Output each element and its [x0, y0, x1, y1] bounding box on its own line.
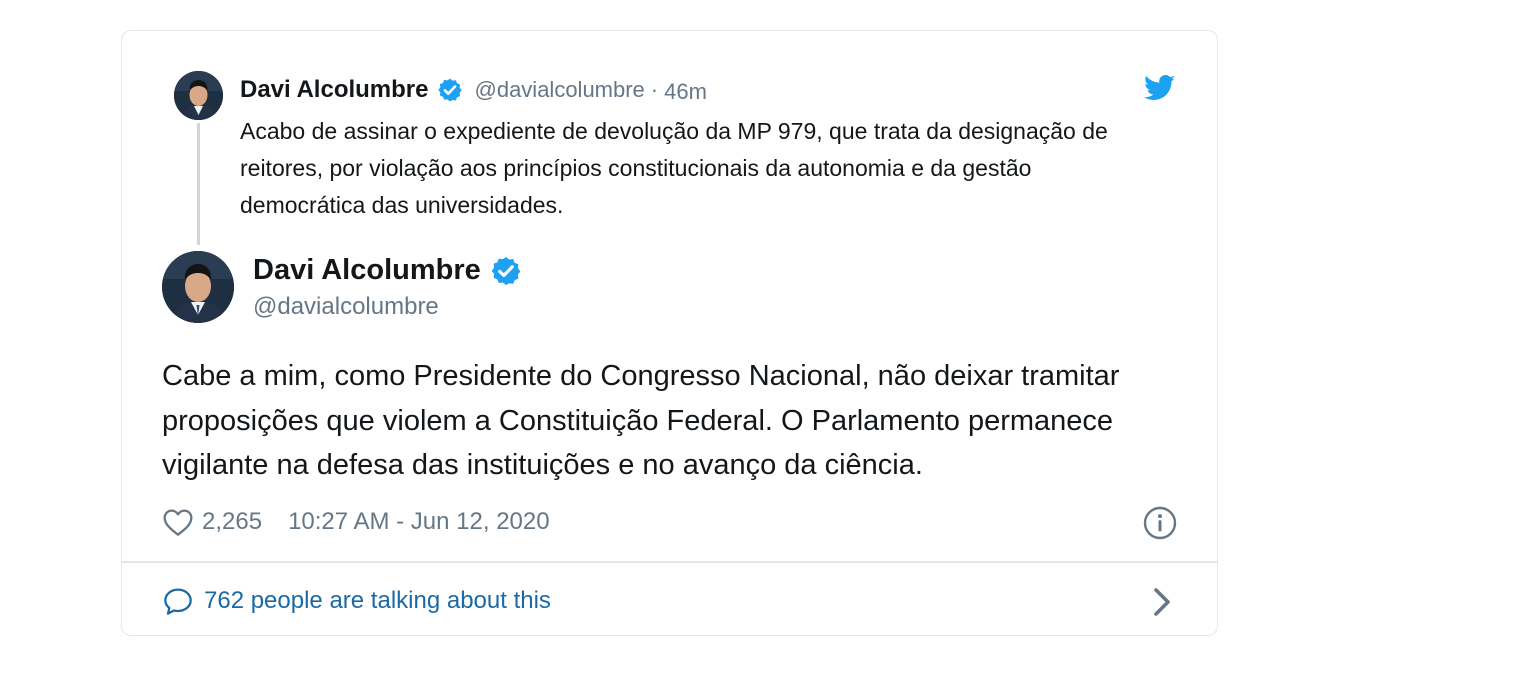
main-author-name[interactable]: Davi Alcolumbre: [253, 254, 481, 287]
main-tweet-text: Cabe a mim, como Presidente do Congresso…: [162, 360, 1120, 481]
conversation-link[interactable]: 762 people are talking about this: [162, 583, 551, 619]
chevron-right-icon[interactable]: [1150, 586, 1174, 618]
verified-badge-icon: [437, 78, 462, 102]
header-separator: ·: [650, 77, 659, 102]
tweet-stats-row: 2,265 10:27 AM - Jun 12, 2020: [162, 505, 550, 539]
parent-author-handle[interactable]: @davialcolumbre: [475, 77, 645, 103]
verified-badge-icon: [491, 256, 521, 285]
parent-tweet-header: Davi Alcolumbre @davialcolumbre · 46m: [240, 73, 707, 107]
comment-icon: [164, 588, 192, 615]
card-divider: [122, 561, 1217, 563]
parent-author-name[interactable]: Davi Alcolumbre: [240, 76, 429, 104]
parent-author-avatar[interactable]: [174, 71, 223, 120]
info-icon[interactable]: [1142, 505, 1178, 541]
parent-tweet-time[interactable]: 46m: [664, 79, 707, 105]
twitter-bird-icon[interactable]: [1144, 75, 1176, 101]
tweet-timestamp[interactable]: 10:27 AM - Jun 12, 2020: [288, 508, 550, 536]
main-author-avatar[interactable]: [162, 251, 234, 323]
heart-icon[interactable]: [162, 507, 194, 537]
embedded-tweet-card: Davi Alcolumbre @davialcolumbre · 46m Ac…: [121, 30, 1218, 636]
like-count[interactable]: 2,265: [202, 508, 262, 536]
thread-connector-line: [197, 123, 200, 245]
talking-about-label[interactable]: 762 people are talking about this: [204, 587, 551, 615]
main-author-handle[interactable]: @davialcolumbre: [253, 293, 439, 321]
main-author-name-row: Davi Alcolumbre: [253, 254, 522, 287]
parent-tweet-text: Acabo de assinar o expediente de devoluç…: [240, 118, 1108, 218]
